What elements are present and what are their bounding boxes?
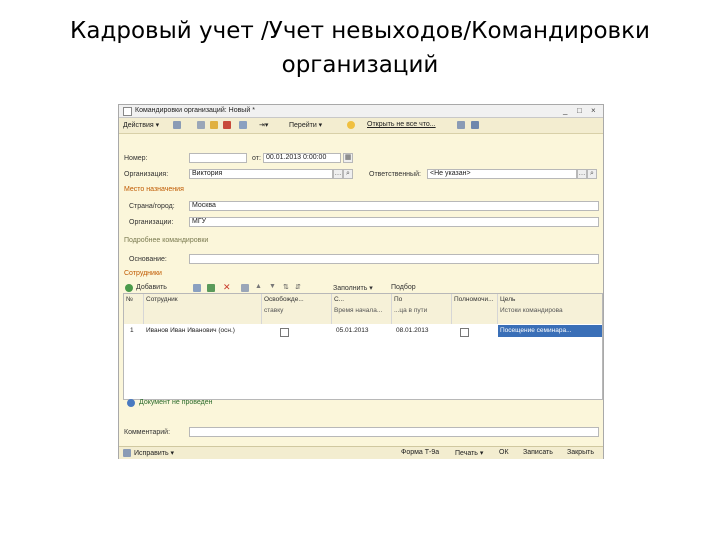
row-employee[interactable]: Иванов Иван Иванович (осн.)	[146, 327, 260, 337]
organizations-field[interactable]: МГУ	[189, 217, 599, 227]
country-label: Страна/город:	[129, 203, 175, 210]
calendar-button[interactable]: ▦	[343, 153, 353, 163]
minimize-button[interactable]: _	[563, 106, 567, 115]
goto-menu[interactable]: Перейти ▾	[289, 121, 322, 129]
save-icon[interactable]	[173, 121, 181, 129]
organization-select-button[interactable]: …	[333, 169, 343, 179]
arrows-icon[interactable]: ⇥▾	[259, 121, 268, 129]
comment-field[interactable]	[189, 427, 599, 437]
close-button[interactable]: ×	[591, 106, 596, 115]
col-header-goal[interactable]: Цель Истоки командирова	[498, 294, 602, 324]
help-icon[interactable]	[347, 121, 355, 129]
basis-label: Основание:	[129, 256, 167, 263]
structure-icon[interactable]	[471, 121, 479, 129]
bottom-bar: Исправить ▾ Форма Т-9а Печать ▾ ОК Запис…	[119, 446, 603, 459]
row-num: 1	[130, 327, 134, 334]
sort-desc-icon[interactable]: ⇵	[295, 283, 301, 291]
col-header-num[interactable]: №	[124, 294, 144, 324]
employees-section: Сотрудники	[124, 270, 162, 277]
date-field[interactable]: 00.01.2013 0:00:00	[263, 153, 341, 163]
employees-table: № Сотрудник Освобожде... ставку С... Время…	[123, 293, 603, 400]
maximize-button[interactable]: □	[577, 106, 582, 115]
unpost-icon[interactable]	[223, 121, 231, 129]
date-label: от:	[252, 155, 261, 162]
form-t9a-button[interactable]: Форма Т-9а	[401, 449, 439, 456]
document-status-text: Документ не проведен	[139, 399, 213, 406]
post-icon[interactable]	[210, 121, 218, 129]
end-edit-icon[interactable]	[241, 284, 249, 292]
move-down-icon[interactable]: ▼	[269, 283, 276, 290]
list-icon[interactable]	[457, 121, 465, 129]
responsible-search-icon[interactable]: ⌕	[587, 169, 597, 179]
country-field[interactable]: Москва	[189, 201, 599, 211]
basis-field[interactable]	[189, 254, 599, 264]
print-menu[interactable]: Печать ▾	[455, 449, 483, 457]
col-header-employee[interactable]: Сотрудник	[144, 294, 262, 324]
open-link[interactable]: Открыть не все что...	[367, 121, 436, 128]
organization-search-icon[interactable]: ⌕	[343, 169, 353, 179]
details-section: Подробнее командировки	[124, 237, 209, 244]
col-header-from[interactable]: С... Время начала...	[332, 294, 392, 324]
responsible-field[interactable]: <Не указан>	[427, 169, 577, 179]
info-icon	[127, 399, 135, 407]
slide-title-line1: Кадровый учет /Учет невыходов/Командиров…	[70, 18, 650, 44]
document-window: Командировки организаций: Новый * _ □ × …	[118, 104, 604, 459]
organization-label: Организация:	[124, 171, 169, 178]
corrections-menu[interactable]: Исправить ▾	[134, 449, 174, 457]
copy-row-icon[interactable]	[193, 284, 201, 292]
slide-title: Кадровый учет /Учет невыходов/Командиров…	[0, 14, 720, 82]
row-to[interactable]: 08.01.2013	[396, 327, 429, 337]
sort-asc-icon[interactable]: ⇅	[283, 283, 289, 291]
row-from[interactable]: 05.01.2013	[336, 327, 369, 337]
delete-row-icon[interactable]: ✕	[223, 282, 231, 293]
fill-menu[interactable]: Заполнить ▾	[333, 284, 373, 292]
add-icon[interactable]	[125, 284, 133, 292]
release-checkbox[interactable]	[280, 328, 289, 337]
organization-field[interactable]: Виктория	[189, 169, 333, 179]
col-header-to[interactable]: По ...ца в пути	[392, 294, 452, 324]
select-button[interactable]: Подбор	[391, 284, 416, 291]
slide-title-line2: организаций	[281, 52, 439, 78]
toolbar: Действия ▾ ⇥▾ Перейти ▾ Открыть не все ч…	[119, 118, 603, 134]
organizations-label: Организации:	[129, 219, 174, 226]
movements-icon[interactable]	[239, 121, 247, 129]
document-icon	[123, 107, 132, 116]
window-titlebar: Командировки организаций: Новый * _ □ ×	[119, 105, 603, 118]
window-title: Командировки организаций: Новый *	[135, 107, 255, 114]
actions-menu[interactable]: Действия ▾	[123, 121, 159, 129]
edit-row-icon[interactable]	[207, 284, 215, 292]
number-field[interactable]	[189, 153, 247, 163]
col-header-release[interactable]: Освобожде... ставку	[262, 294, 332, 324]
move-up-icon[interactable]: ▲	[255, 283, 262, 290]
powers-checkbox[interactable]	[460, 328, 469, 337]
destination-section: Место назначения	[124, 186, 184, 193]
write-button[interactable]: Записать	[523, 449, 553, 456]
responsible-label: Ответственный:	[369, 171, 421, 178]
ok-button[interactable]: ОК	[499, 449, 509, 456]
comment-label: Комментарий:	[124, 429, 171, 436]
copy-icon[interactable]	[197, 121, 205, 129]
close-form-button[interactable]: Закрыть	[567, 449, 594, 456]
col-header-powers[interactable]: Полномочи...	[452, 294, 498, 324]
add-button[interactable]: Добавить	[136, 284, 167, 291]
corrections-icon[interactable]	[123, 449, 131, 457]
row-goal[interactable]: Посещение семинара...	[498, 325, 602, 337]
responsible-select-button[interactable]: …	[577, 169, 587, 179]
number-label: Номер:	[124, 155, 148, 162]
